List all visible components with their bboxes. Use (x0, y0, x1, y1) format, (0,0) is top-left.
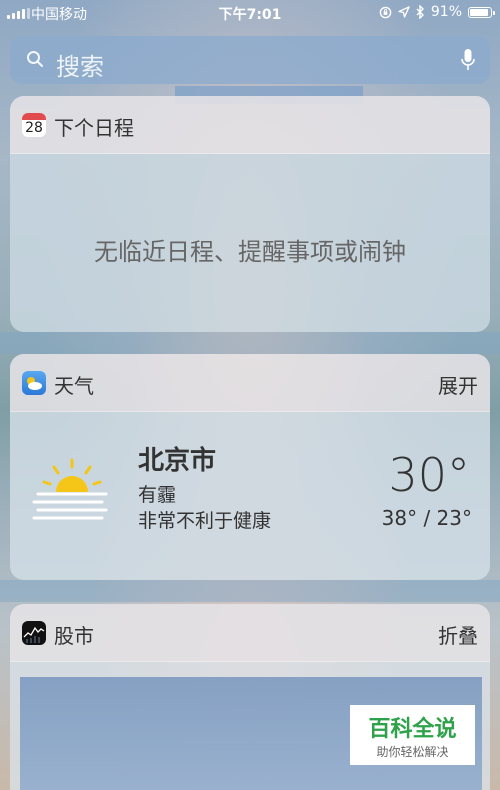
widget-separator (0, 580, 500, 602)
calendar-widget-header[interactable]: 28 下个日程 (10, 96, 490, 154)
weather-health-advice: 非常不利于健康 (138, 510, 272, 532)
status-right-group: 91% (379, 4, 495, 20)
location-icon (398, 6, 410, 18)
current-temperature: 30° (388, 448, 470, 502)
watermark-title: 百科全说 (368, 717, 457, 742)
weather-widget-title: 天气 (54, 374, 94, 398)
calendar-widget-title: 下个日程 (54, 116, 134, 140)
haze-sun-icon (32, 458, 108, 520)
calendar-empty-message: 无临近日程、提醒事项或闹钟 (94, 238, 406, 266)
weather-app-icon (22, 371, 46, 395)
watermark-logo: 百科全说 助你轻松解决 (350, 705, 475, 765)
battery-level (470, 8, 489, 16)
temperature-range: 38° / 23° (381, 506, 472, 530)
stocks-app-icon (22, 621, 46, 645)
search-input[interactable]: 搜索 (56, 47, 104, 82)
calendar-icon-day: 28 (25, 120, 43, 136)
orientation-lock-icon (379, 6, 392, 18)
microphone-icon[interactable] (460, 48, 476, 72)
battery-icon (468, 6, 495, 18)
weather-condition: 有霾 (138, 484, 177, 506)
bluetooth-icon (416, 5, 424, 19)
status-bar: 中国移动 下午7:01 91% (0, 0, 500, 26)
weather-widget-body[interactable]: 北京市 有霾 非常不利于健康 30° 38° / 23° (10, 412, 490, 580)
battery-percent: 91% (430, 4, 462, 20)
weather-widget: 天气 展开 北京市 有霾 非常不利于健康 30° 38° / 23° (10, 354, 490, 580)
watermark-subtitle: 助你轻松解决 (376, 745, 449, 759)
search-icon (27, 51, 43, 67)
calendar-icon: 28 (22, 113, 46, 137)
widget-separator (0, 332, 500, 354)
weather-widget-header[interactable]: 天气 展开 (10, 354, 490, 412)
weather-city: 北京市 (138, 446, 217, 476)
weather-expand-button[interactable]: 展开 (438, 370, 478, 399)
calendar-widget: 28 下个日程 无临近日程、提醒事项或闹钟 (10, 96, 490, 332)
stocks-widget-header[interactable]: 股市 折叠 (10, 604, 490, 662)
stocks-widget-title: 股市 (54, 624, 94, 648)
search-bar[interactable]: 搜索 (10, 36, 490, 84)
stocks-collapse-button[interactable]: 折叠 (438, 620, 478, 649)
